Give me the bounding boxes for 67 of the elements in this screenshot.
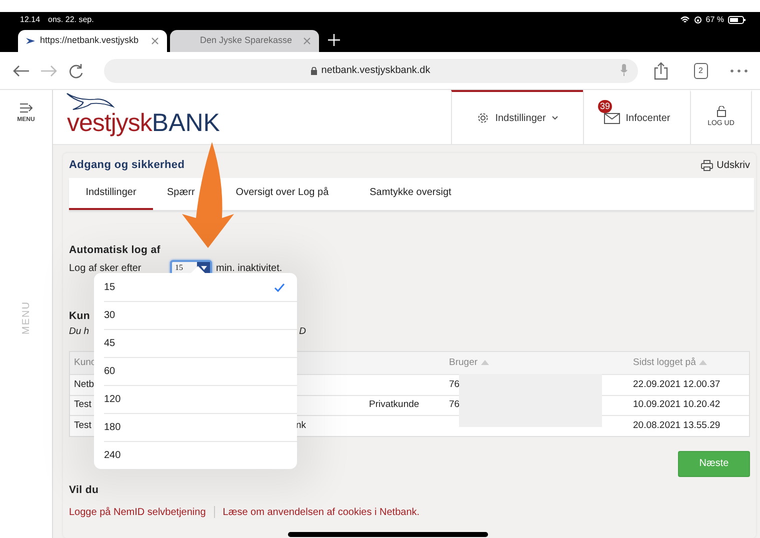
tab[interactable]: Indstillinger	[69, 178, 153, 210]
dropdown-option[interactable]: 30	[104, 301, 297, 329]
menu-icon	[18, 102, 33, 114]
table-cell: 76	[449, 378, 460, 390]
link[interactable]: Logge på NemID selvbetjening	[69, 504, 206, 520]
battery-percent: 67 %	[706, 14, 724, 26]
rotation-lock-icon	[694, 16, 702, 24]
tab[interactable]: Samtykke oversigt	[370, 178, 452, 210]
section-title: Adgang og sikkerhed	[69, 158, 185, 173]
section-heading: Kun	[69, 309, 90, 324]
table-cell: Test	[74, 420, 92, 431]
nav-label: Indstillinger	[495, 112, 546, 126]
clock-time: 12.14	[20, 14, 40, 26]
table-cell: 20.08.2021 13.55.29	[633, 420, 720, 431]
section-heading: Vil du	[69, 482, 99, 498]
caret-icon	[552, 116, 558, 120]
header-nav-item[interactable]: Indstillinger	[451, 90, 583, 144]
sort-icon	[480, 360, 489, 366]
dropdown-option[interactable]: 120	[104, 385, 297, 413]
logo-text-bank: BANK	[152, 111, 220, 136]
lock-icon	[716, 106, 726, 118]
notification-badge: 39	[598, 100, 612, 113]
tab[interactable]: Spærr	[167, 178, 195, 210]
reload-icon[interactable]	[68, 62, 84, 78]
favicon-icon	[26, 37, 36, 45]
caret-icon	[200, 266, 206, 270]
table-cell: Netb	[74, 378, 94, 390]
field-label: Log af sker efter	[69, 262, 142, 276]
field-suffix: min. inaktivitet.	[216, 262, 282, 276]
table-cell: 22.09.2021 12.00.37	[633, 378, 720, 390]
section-heading: Automatisk log af	[69, 242, 160, 258]
bird-logo-icon	[65, 92, 115, 111]
dropdown-option[interactable]: 240	[104, 441, 297, 469]
note-text: D	[299, 325, 306, 339]
envelope-icon	[604, 112, 620, 124]
tab-count-button[interactable]: 2	[694, 62, 708, 78]
table-cell: 10.09.2021 10.20.42	[633, 399, 720, 410]
table-cell: Test	[74, 399, 92, 410]
tab[interactable]: Oversigt over Log på	[236, 178, 329, 210]
close-icon[interactable]	[303, 37, 311, 45]
settings-icon	[477, 112, 490, 124]
lock-icon	[311, 66, 318, 74]
address-bar[interactable]: netbank.vestjyskbank.dk	[104, 58, 638, 82]
new-tab-icon[interactable]	[328, 34, 340, 46]
note-text: Du h	[69, 325, 90, 339]
table-cell: 76	[449, 399, 460, 410]
battery-icon	[728, 16, 746, 24]
nav-label: Infocenter	[626, 112, 670, 126]
back-icon[interactable]	[12, 64, 30, 78]
close-icon[interactable]	[151, 37, 159, 45]
sort-icon	[698, 360, 707, 366]
print-link[interactable]: Udskriv	[700, 158, 750, 173]
browser-tab[interactable]: https://netbank.vestjyskb	[18, 30, 167, 52]
printer-icon	[700, 160, 713, 171]
checkmark-icon	[274, 282, 285, 292]
dropdown-option[interactable]: 60	[104, 357, 297, 385]
address-text: netbank.vestjyskbank.dk	[321, 64, 430, 78]
wifi-icon	[680, 16, 690, 24]
more-icon[interactable]	[730, 68, 748, 72]
table-cell: Privatkunde	[369, 399, 420, 410]
logo-text-vestjysk: vestjysk	[67, 111, 152, 136]
dropdown-option[interactable]: 180	[104, 413, 297, 441]
status-date: ons. 22. sep.	[48, 14, 94, 26]
share-icon[interactable]	[654, 62, 668, 80]
link[interactable]: Læse om anvendelsen af cookies i Netbank.	[222, 504, 420, 520]
browser-tab[interactable]: Den Jyske Sparekasse	[170, 30, 319, 52]
dropdown-option[interactable]: 45	[104, 329, 297, 357]
